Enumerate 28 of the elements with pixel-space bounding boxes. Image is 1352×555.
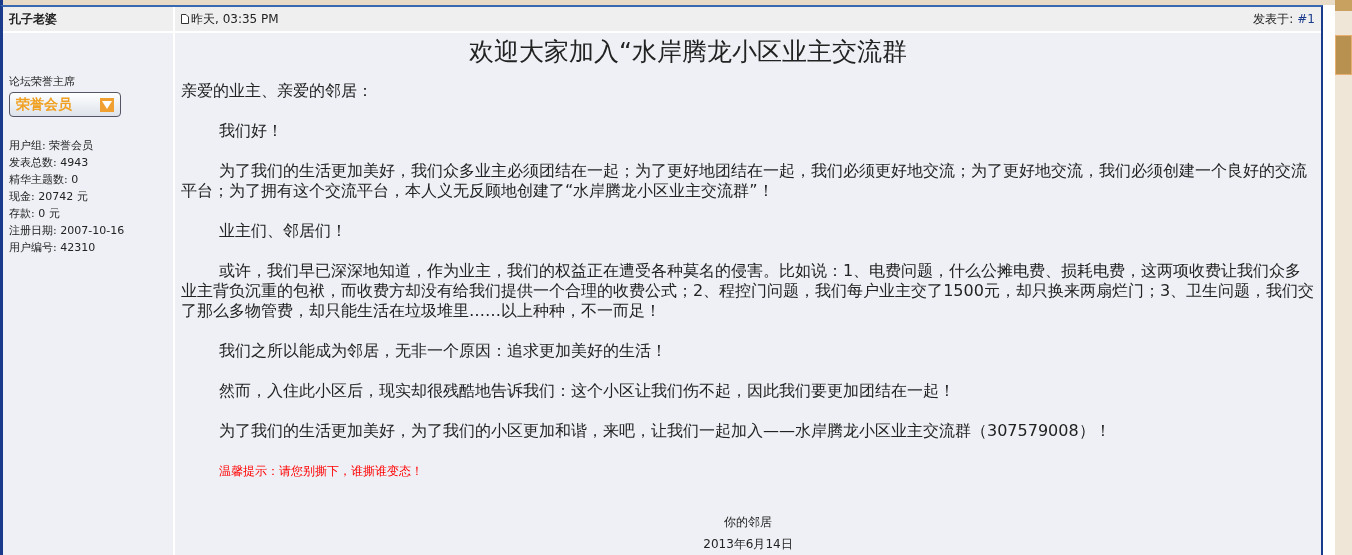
author-name[interactable]: 孔子老婆 [9,10,57,28]
posted-label: 发表于: [1253,11,1294,28]
paragraph: 为了我们的生活更加美好，为了我们的小区更加和谐，来吧，让我们一起加入——水岸腾龙小区业主交流群（307579008）！ [218,421,1112,441]
paragraph: 或许，我们早已深深地知道，作为业主，我们的权益正在遭受各种莫名的侵害。比如说：1、电费问题，什么公摊电费、损耗电费，这两项收费让我们众多业主背负沉重的包袱，而收费方却没有给我们提供一个合理的收费公式；2、程控门问题，我们每户业主交了1500元，却只换来两扇烂门；3、卫生问题，我们交了那么多物管费，却只能生活在垃圾堆里……以上种种，不一而足！ [181,261,1315,321]
user-stat: 存款: 0 元 [9,206,61,222]
triangle-icon [100,97,114,112]
paragraph: 为了我们的生活更加美好，我们众多业主必须团结在一起；为了更好地团结在一起，我们必须更好地交流；为了更好地交流，我们必须创建一个良好的交流平台；为了拥有这个交流平台，本人义无反顾地创建了“水岸腾龙小区业主交流群”！ [181,161,1308,201]
signature: 你的邻居 [724,514,772,531]
user-stat: 用户组: 荣誉会员 [9,138,95,154]
post-heading: 欢迎大家加入“水岸腾龙小区业主交流群 [468,37,908,67]
post-number-link[interactable]: #1 [1297,10,1315,28]
user-stat: 现金: 20742 元 [9,189,89,205]
paragraph: 我们之所以能成为邻居，无非一个原因：追求更加美好的生活！ [218,341,668,361]
warning-note: 温馨提示：请您别撕下，谁撕谁变态！ [218,463,424,480]
user-stat: 用户编号: 42310 [9,240,97,256]
user-title: 论坛荣誉主席 [9,74,76,90]
user-stat: 精华主题数: 0 [9,172,80,188]
user-stat: 发表总数: 4943 [9,155,90,171]
member-badge: 荣誉会员 [9,92,121,117]
paragraph: 我们好！ [218,121,284,141]
greeting: 亲爱的业主、亲爱的邻居： [181,81,374,101]
post-time: 昨天, 03:35 PM [191,11,279,28]
paragraph: 业主们、邻居们！ [218,221,348,241]
post-date: 2013年6月14日 [703,536,793,553]
paragraph: 然而，入住此小区后，现实却很残酷地告诉我们：这个小区让我们伤不起，因此我们要更加团结在一起！ [218,381,956,401]
scrollbar[interactable] [1335,0,1352,555]
user-stat: 注册日期: 2007-10-16 [9,223,126,239]
document-icon [181,14,189,24]
